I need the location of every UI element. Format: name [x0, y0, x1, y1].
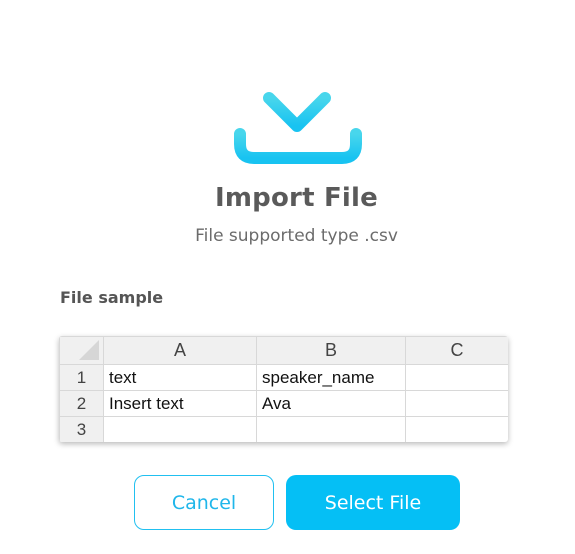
- cell-a1: text: [103, 364, 257, 391]
- cell-a2: Insert text: [103, 390, 257, 417]
- select-file-button[interactable]: Select File: [286, 475, 460, 530]
- row-number: 3: [59, 416, 104, 442]
- column-header-row: A B C: [59, 336, 508, 365]
- page-title: Import File: [215, 183, 378, 213]
- table-row: 3: [59, 416, 508, 442]
- table-row: 2 Insert text Ava: [59, 390, 508, 417]
- page-subtitle: File supported type .csv: [195, 226, 398, 246]
- cell-b2: Ava: [256, 390, 406, 417]
- cell-c1: [405, 364, 508, 391]
- cell-c3: [405, 416, 508, 442]
- cancel-button[interactable]: Cancel: [134, 475, 274, 530]
- column-header-a: A: [103, 336, 257, 365]
- row-number: 1: [59, 364, 104, 391]
- cell-b1: speaker_name: [256, 364, 406, 391]
- sample-spreadsheet: A B C 1 text speaker_name 2 Insert text …: [59, 336, 508, 442]
- column-header-c: C: [405, 336, 508, 365]
- import-file-dialog: Import File File supported type .csv Fil…: [0, 0, 575, 554]
- table-row: 1 text speaker_name: [59, 364, 508, 391]
- file-sample-label: File sample: [60, 288, 164, 307]
- select-all-corner: [59, 336, 104, 365]
- cell-b3: [256, 416, 406, 442]
- column-header-b: B: [256, 336, 406, 365]
- row-number: 2: [59, 390, 104, 417]
- cell-c2: [405, 390, 508, 417]
- download-icon: [234, 50, 362, 164]
- cell-a3: [103, 416, 257, 442]
